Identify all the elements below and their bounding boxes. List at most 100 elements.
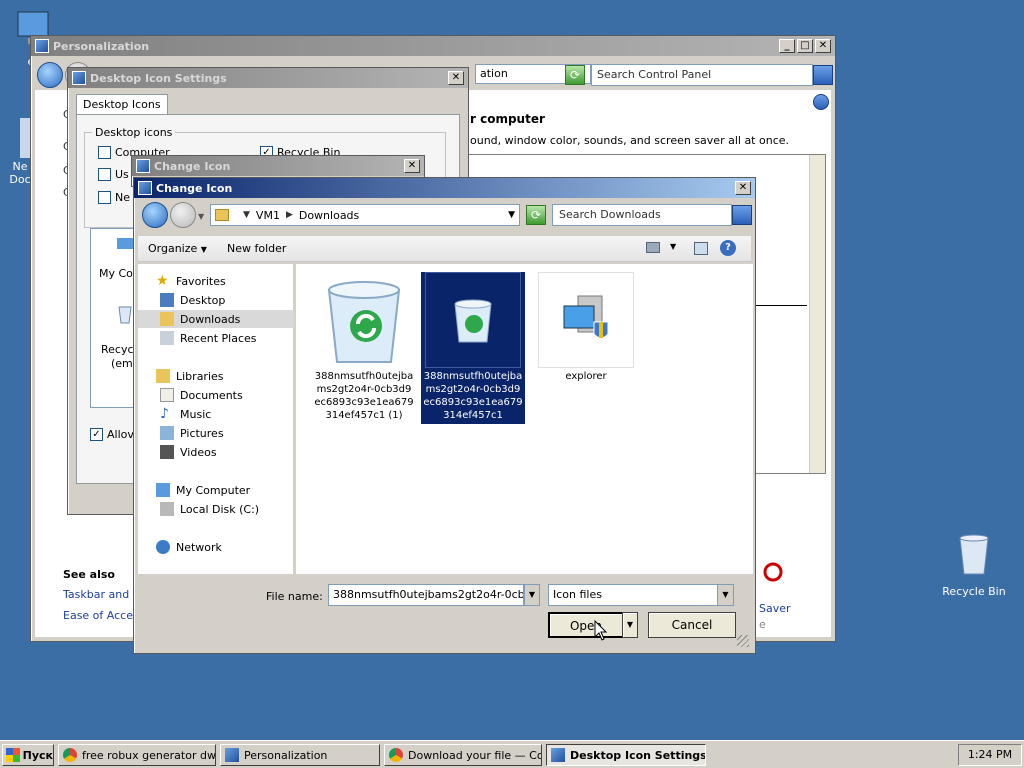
nav-network[interactable]: Network <box>156 540 222 554</box>
explorer-computer-icon <box>563 295 609 339</box>
checkbox-box[interactable] <box>98 191 111 204</box>
nav-label: Local Disk (C:) <box>180 502 260 516</box>
file-name-input[interactable]: 388nmsutfh0utejbams2gt2o4r-0cb3 <box>328 584 524 606</box>
page-description: ound, window color, sounds, and screen s… <box>470 134 790 147</box>
back-button[interactable] <box>37 62 63 88</box>
window-title: Desktop Icon Settings <box>90 71 227 85</box>
checkbox-box[interactable]: ✓ <box>90 428 103 441</box>
close-button[interactable]: ✕ <box>815 39 831 53</box>
nav-favorites[interactable]: ★ Favorites <box>156 274 226 288</box>
checkbox-box[interactable] <box>98 168 111 181</box>
nav-videos[interactable]: Videos <box>160 445 217 459</box>
start-button[interactable]: Пуск <box>2 744 54 766</box>
file-item[interactable]: explorer <box>534 272 638 383</box>
taskbar-item-personalization[interactable]: Personalization <box>220 744 380 766</box>
file-type-select[interactable]: Icon files ▼ <box>548 584 734 606</box>
window-title: Change Icon <box>154 159 231 173</box>
desktop-icon-recycle-bin[interactable]: Recycle Bin <box>934 530 1014 598</box>
view-icon[interactable] <box>646 242 660 253</box>
checkbox-box[interactable] <box>98 146 111 159</box>
taskbar-item-label: Download your file — Co... <box>408 748 542 762</box>
file-item-selected[interactable]: 388nmsutfh0utejba ms2gt2o4r-0cb3d9 ec689… <box>421 272 525 424</box>
recycle-bin-icon <box>959 534 989 575</box>
help-icon[interactable] <box>813 94 829 110</box>
nav-label: Libraries <box>176 369 224 383</box>
refresh-button[interactable]: ⟳ <box>526 205 546 225</box>
desktop-icon-label: Recycle Bin <box>942 585 1006 598</box>
nav-downloads[interactable]: Downloads <box>138 310 294 328</box>
breadcrumb-vm1[interactable]: VM1 <box>256 209 280 222</box>
nav-label: Music <box>180 407 212 421</box>
scrollbar[interactable] <box>809 155 825 473</box>
taskbar-item-chrome-robux[interactable]: free robux generator dw... <box>58 744 216 766</box>
minimize-button[interactable]: _ <box>779 39 795 53</box>
nav-local-disk[interactable]: Local Disk (C:) <box>160 502 259 516</box>
window-title: Personalization <box>53 39 150 53</box>
nav-label: Pictures <box>180 426 224 440</box>
music-icon: ♪ <box>160 406 169 422</box>
nav-pictures[interactable]: Pictures <box>160 426 224 440</box>
folder-icon <box>215 209 229 221</box>
page-heading: r computer <box>470 112 545 126</box>
recycle-bin-icon <box>327 281 401 363</box>
change-icon-back-titlebar: Change Icon ✕ <box>132 156 424 176</box>
file-name-line: 314ef457c1 <box>443 410 503 421</box>
file-list: 388nmsutfh0utejba ms2gt2o4r-0cb3d9 ec689… <box>296 264 753 574</box>
cancel-button[interactable]: Cancel <box>648 612 736 638</box>
nav-music[interactable]: ♪ Music <box>160 407 211 421</box>
file-item[interactable]: 388nmsutfh0utejba ms2gt2o4r-0cb3d9 ec689… <box>312 272 416 422</box>
checkbox-network[interactable]: Ne <box>98 191 130 204</box>
file-name-line: ec6893c93e1ea679 <box>423 397 523 408</box>
back-button[interactable] <box>142 202 168 228</box>
taskbar-item-desktop-icon-settings[interactable]: Desktop Icon Settings <box>546 744 706 766</box>
network-icon <box>156 540 170 554</box>
chevron-down-icon[interactable]: ▼ <box>717 585 733 605</box>
chevron-down-icon[interactable]: ▼ <box>243 210 250 220</box>
nav-my-computer[interactable]: My Computer <box>156 483 250 497</box>
organize-button[interactable]: Organize ▼ <box>148 242 207 255</box>
system-clock[interactable]: 1:24 PM <box>958 744 1022 766</box>
chrome-icon <box>389 748 403 762</box>
nav-label: My Computer <box>176 483 251 497</box>
taskbar-item-label: Personalization <box>244 748 328 762</box>
nav-libraries[interactable]: Libraries <box>156 369 224 383</box>
search-icon[interactable] <box>732 205 752 225</box>
downloads-folder-icon <box>160 312 174 326</box>
address-dropdown-icon[interactable]: ▼ <box>508 210 515 220</box>
nav-recent-places[interactable]: Recent Places <box>160 331 257 345</box>
close-button[interactable]: ✕ <box>735 181 751 195</box>
tab-desktop-icons[interactable]: Desktop Icons <box>76 94 168 114</box>
taskbar-item-label: Desktop Icon Settings <box>570 748 706 762</box>
taskbar-link[interactable]: Taskbar and St <box>63 588 144 601</box>
view-dropdown-icon[interactable]: ▼ <box>670 242 676 251</box>
open-button[interactable]: Open <box>548 612 624 638</box>
search-icon[interactable] <box>813 65 833 85</box>
checkbox-allow-themes[interactable]: ✓ Allov <box>90 428 134 441</box>
search-input[interactable]: Search Downloads <box>552 204 732 226</box>
screen-saver-link[interactable]: Saver <box>759 602 791 615</box>
search-input[interactable]: Search Control Panel <box>591 64 813 86</box>
refresh-button[interactable]: ⟳ <box>565 65 585 85</box>
nav-desktop[interactable]: Desktop <box>160 293 225 307</box>
new-folder-button[interactable]: New folder <box>227 242 286 255</box>
preview-pane-icon[interactable] <box>694 242 708 255</box>
close-button[interactable]: ✕ <box>404 159 420 173</box>
nav-label: Documents <box>180 388 243 402</box>
forward-button[interactable] <box>170 202 196 228</box>
help-icon[interactable]: ? <box>720 240 736 256</box>
recent-pages-dropdown-icon[interactable]: ▼ <box>198 212 204 221</box>
taskbar: Пуск free robux generator dw... Personal… <box>0 740 1024 768</box>
checkbox-users-files[interactable]: Us <box>98 168 129 181</box>
breadcrumb-downloads[interactable]: Downloads <box>299 209 359 222</box>
navigation-pane: ★ Favorites Desktop Downloads Recent Plac… <box>138 264 294 574</box>
taskbar-item-chrome-download[interactable]: Download your file — Co... <box>384 744 542 766</box>
maximize-button[interactable]: □ <box>797 39 813 53</box>
address-bar[interactable]: ▼ VM1 ▶ Downloads ▼ <box>210 204 520 226</box>
close-button[interactable]: ✕ <box>448 71 464 85</box>
chevron-right-icon[interactable]: ▶ <box>286 210 293 220</box>
file-name-dropdown-icon[interactable]: ▼ <box>524 584 540 606</box>
open-dropdown-button[interactable]: ▼ <box>622 612 638 638</box>
change-icon-titlebar: Change Icon ✕ <box>134 178 755 198</box>
nav-documents[interactable]: Documents <box>160 388 243 402</box>
resize-grip-icon[interactable] <box>737 635 749 647</box>
